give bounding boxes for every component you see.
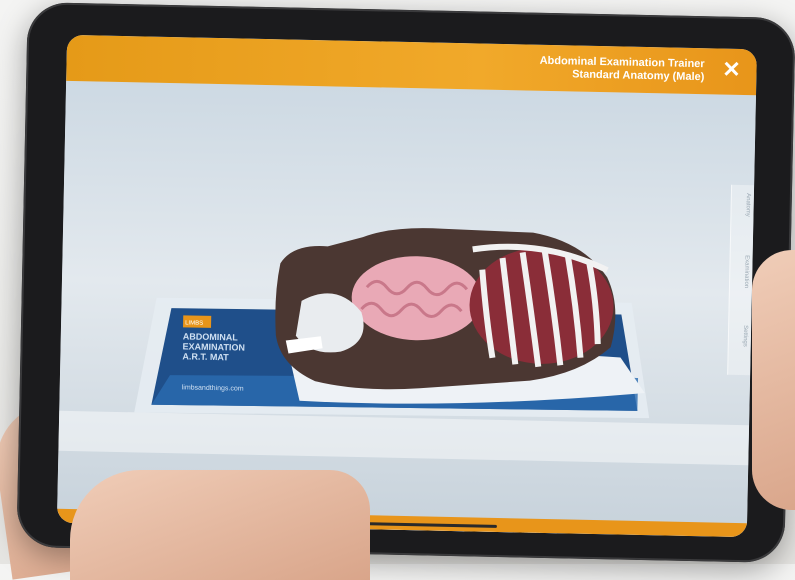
side-tab-anatomy[interactable]: Anatomy <box>734 193 750 217</box>
anatomy-3d-model[interactable]: LIMBS ABDOMINAL EXAMINATION A.R.T. MAT l… <box>57 81 756 537</box>
app-screen: LIMBS ABDOMINAL EXAMINATION A.R.T. MAT l… <box>56 34 757 538</box>
right-hand <box>752 250 795 510</box>
side-tab-examination[interactable]: Examination <box>733 255 750 288</box>
marker-url: limbsandthings.com <box>182 384 244 392</box>
close-icon[interactable]: ✕ <box>718 57 745 84</box>
ar-viewport[interactable]: LIMBS ABDOMINAL EXAMINATION A.R.T. MAT l… <box>56 80 756 538</box>
title-block: Abdominal Examination Trainer Standard A… <box>539 55 705 84</box>
marker-logo-text: LIMBS <box>185 320 203 326</box>
side-tab-settings[interactable]: Settings <box>732 325 748 347</box>
marker-line-3: A.R.T. MAT <box>182 351 229 362</box>
app-subtitle: Standard Anatomy (Male) <box>572 68 705 84</box>
side-panel: Anatomy Examination Settings <box>727 184 755 376</box>
